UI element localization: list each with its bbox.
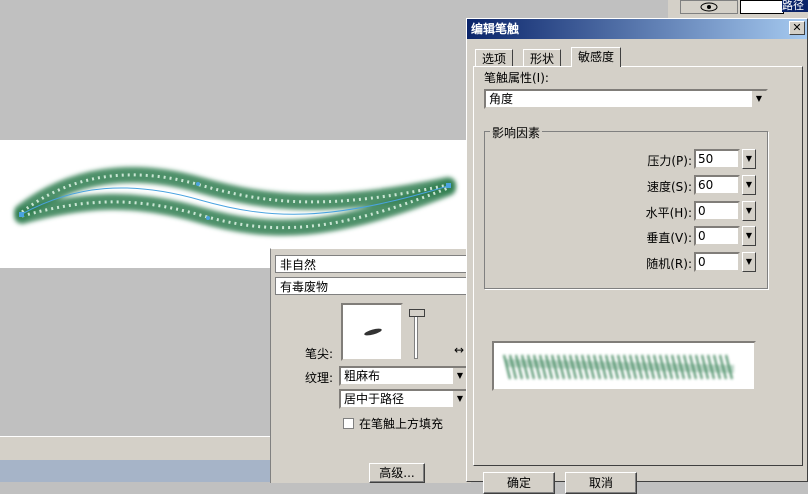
ok-button[interactable]: 确定 bbox=[483, 472, 555, 494]
stroke-property-value: 角度 bbox=[489, 92, 514, 106]
taskbar bbox=[0, 460, 270, 482]
chevron-down-icon[interactable]: ▼ bbox=[452, 391, 467, 407]
stroke-property-label: 笔触属性(I): bbox=[484, 71, 549, 85]
path-anchor-point[interactable] bbox=[206, 216, 210, 220]
layer-name-selected[interactable]: 路径 bbox=[782, 0, 808, 12]
random-slider-button[interactable]: ▼ bbox=[742, 252, 756, 272]
tip-slider-handle[interactable] bbox=[409, 309, 425, 317]
speed-label: 速度(S): bbox=[646, 180, 692, 194]
fill-over-stroke-checkbox[interactable] bbox=[343, 418, 354, 429]
speed-input[interactable]: 60 bbox=[694, 175, 740, 195]
brush-tip-icon bbox=[364, 328, 382, 336]
texture-label: 纹理: bbox=[305, 371, 334, 385]
eye-icon bbox=[700, 2, 718, 12]
fill-over-stroke-label: 在笔触上方填充 bbox=[359, 417, 444, 431]
status-bar bbox=[0, 436, 270, 461]
cancel-button[interactable]: 取消 bbox=[565, 472, 637, 494]
speed-slider-button[interactable]: ▼ bbox=[742, 175, 756, 195]
tip-preview bbox=[341, 303, 403, 361]
chevron-down-icon: ▼ bbox=[745, 206, 753, 215]
texture-select-value: 粗麻布 bbox=[344, 369, 381, 383]
pressure-slider-button[interactable]: ▼ bbox=[742, 149, 756, 169]
factors-group-label: 影响因素 bbox=[490, 124, 543, 141]
vertical-slider-button[interactable]: ▼ bbox=[742, 226, 756, 246]
stroke-preview-image bbox=[503, 354, 735, 380]
tab-shape[interactable]: 形状 bbox=[523, 49, 562, 67]
texture-select[interactable]: 粗麻布 ▼ bbox=[339, 366, 469, 386]
path-anchor-point[interactable] bbox=[446, 183, 451, 188]
pressure-label: 压力(P): bbox=[647, 154, 692, 168]
dialog-title: 编辑笔触 bbox=[471, 22, 520, 36]
advanced-button[interactable]: 高级... bbox=[369, 463, 425, 483]
chevron-down-icon[interactable]: ▼ bbox=[452, 368, 467, 384]
tab-options[interactable]: 选项 bbox=[475, 49, 514, 67]
stroke-preview bbox=[492, 341, 756, 391]
chevron-down-icon: ▼ bbox=[745, 180, 753, 189]
tip-label: 笔尖: bbox=[305, 347, 334, 361]
vertical-label: 垂直(V): bbox=[646, 231, 692, 245]
placement-select-value: 居中于路径 bbox=[344, 392, 405, 406]
close-button[interactable]: ✕ bbox=[789, 21, 805, 35]
random-input[interactable]: 0 bbox=[694, 252, 740, 272]
sensitivity-panel: 笔触属性(I): 角度 ▼ 影响因素 压力(P): 50 ▼ 速度(S): 60… bbox=[473, 66, 803, 466]
edit-stroke-dialog: 编辑笔触 ✕ 选项 形状 敏感度 笔触属性(I): 角度 ▼ 影响因素 压力(P… bbox=[466, 18, 808, 494]
resize-arrow-icon[interactable]: ↔ bbox=[454, 343, 464, 357]
vertical-input[interactable]: 0 bbox=[694, 226, 740, 246]
chevron-down-icon: ▼ bbox=[745, 231, 753, 240]
horizontal-input[interactable]: 0 bbox=[694, 201, 740, 221]
stroke-name-field[interactable]: 有毒废物 bbox=[275, 277, 471, 295]
random-label: 随机(R): bbox=[646, 257, 692, 271]
placement-select[interactable]: 居中于路径 ▼ bbox=[339, 389, 469, 409]
close-icon: ✕ bbox=[792, 21, 802, 34]
chevron-down-icon[interactable]: ▼ bbox=[751, 91, 766, 107]
path-anchor-point[interactable] bbox=[19, 212, 24, 217]
horizontal-label: 水平(H): bbox=[645, 206, 692, 220]
stroke-property-select[interactable]: 角度 ▼ bbox=[484, 89, 768, 109]
dialog-titlebar[interactable]: 编辑笔触 bbox=[467, 19, 807, 39]
layer-visibility-cell[interactable] bbox=[680, 0, 738, 14]
chevron-down-icon: ▼ bbox=[745, 257, 753, 266]
layer-thumbnail[interactable] bbox=[740, 0, 784, 14]
stroke-category-field[interactable]: 非自然 bbox=[275, 255, 471, 273]
pressure-input[interactable]: 50 bbox=[694, 149, 740, 169]
horizontal-slider-button[interactable]: ▼ bbox=[742, 201, 756, 221]
tip-size-slider[interactable] bbox=[414, 311, 418, 359]
tab-sensitivity[interactable]: 敏感度 bbox=[571, 47, 622, 67]
chevron-down-icon: ▼ bbox=[745, 154, 753, 163]
stroke-property-inspector: 非自然 有毒废物 ↔ 笔尖: 纹理: 粗麻布 ▼ 居中于路径 ▼ 在笔触上方填充… bbox=[270, 248, 471, 483]
path-anchor-point[interactable] bbox=[196, 182, 200, 186]
